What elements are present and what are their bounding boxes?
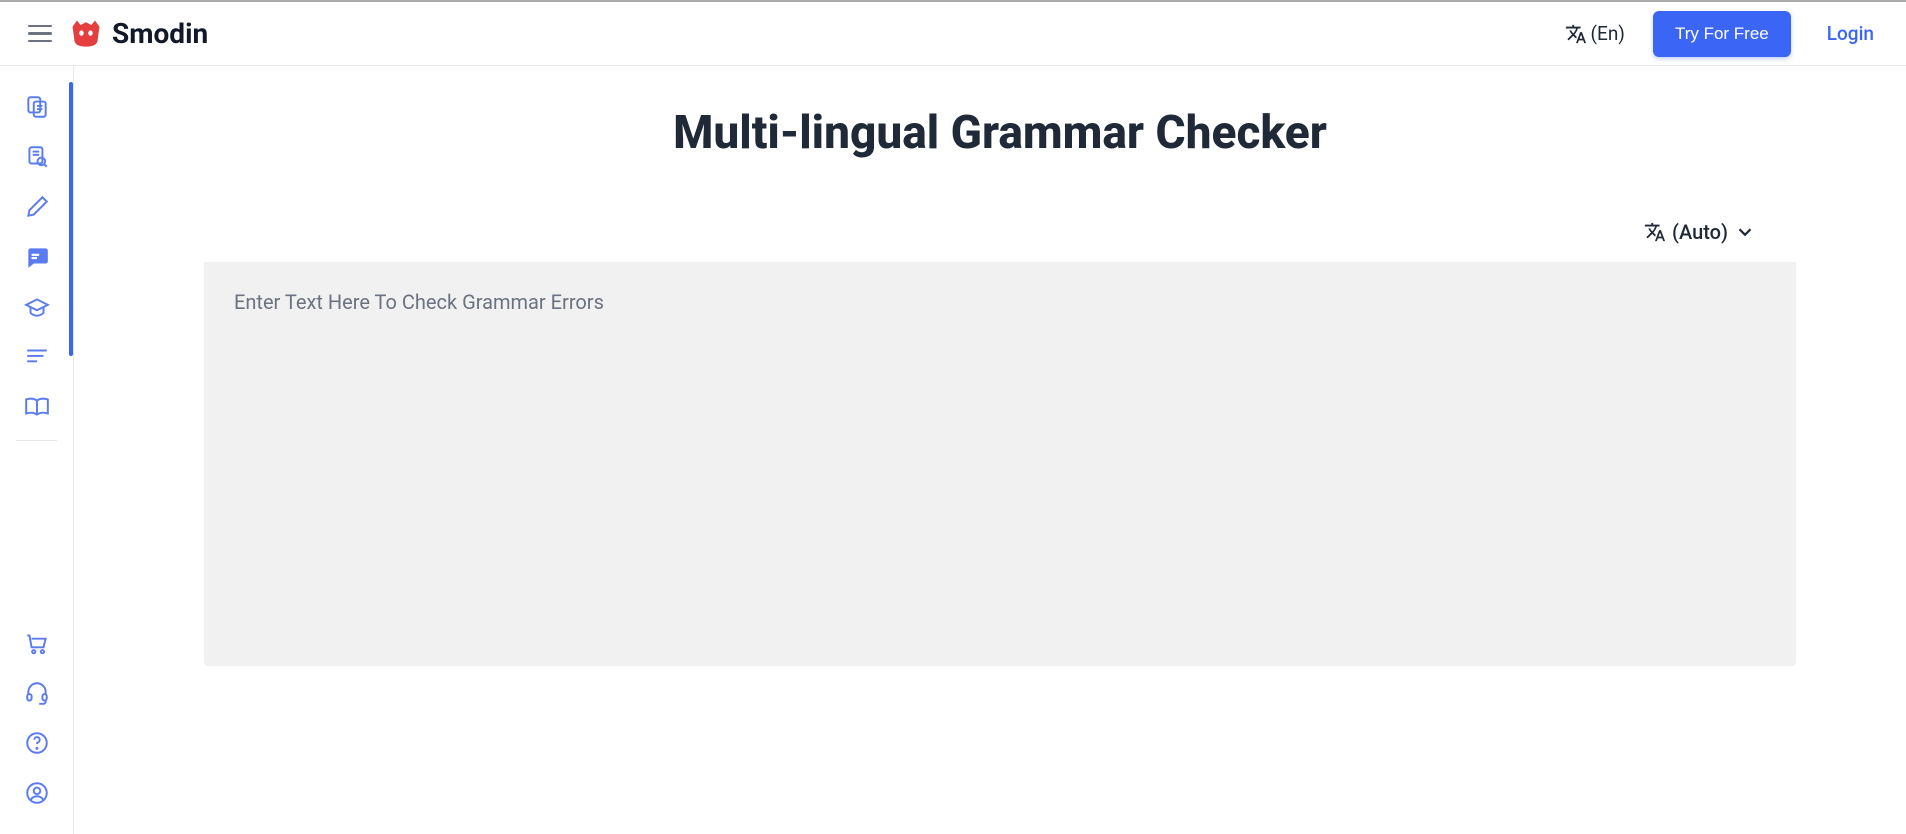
hamburger-line [28, 25, 52, 28]
sidebar-active-indicator [69, 82, 73, 356]
sidebar-item-writer[interactable] [0, 182, 73, 232]
brand-name-text: Smodin [112, 17, 208, 50]
sidebar-bottom-group [0, 618, 73, 834]
page-title: Multi-lingual Grammar Checker [204, 106, 1796, 160]
text-lines-icon [24, 344, 50, 370]
user-circle-icon [24, 780, 50, 806]
pencil-icon [24, 194, 50, 220]
sidebar-item-plagiarism[interactable] [0, 132, 73, 182]
brand-logo[interactable]: Smodin [68, 16, 208, 52]
sidebar-divider [16, 440, 57, 441]
hamburger-line [28, 32, 52, 35]
sidebar-item-chat[interactable] [0, 232, 73, 282]
sidebar-item-help[interactable] [0, 718, 73, 768]
sidebar-item-account[interactable] [0, 768, 73, 818]
hamburger-line [28, 40, 52, 43]
grammar-textarea[interactable] [204, 262, 1796, 662]
sidebar-item-support[interactable] [0, 668, 73, 718]
translate-icon [1565, 23, 1587, 45]
chevron-down-icon [1734, 221, 1756, 243]
sidebar-top-group [0, 82, 73, 449]
grammar-input-container [204, 262, 1796, 666]
sidebar-item-translator[interactable] [0, 382, 73, 432]
help-circle-icon [24, 730, 50, 756]
smodin-logo-icon [68, 16, 104, 52]
sidebar-item-homework[interactable] [0, 282, 73, 332]
sidebar-item-summarizer[interactable] [0, 332, 73, 382]
headset-icon [24, 680, 50, 706]
main-content: Multi-lingual Grammar Checker (Auto) [74, 66, 1906, 834]
language-label: (En) [1591, 22, 1625, 45]
menu-toggle-button[interactable] [24, 21, 56, 47]
graduation-cap-icon [24, 294, 50, 320]
sidebar [0, 66, 74, 834]
chat-icon [24, 244, 50, 270]
header-right: (En) Try For Free Login [1565, 11, 1882, 57]
cart-icon [24, 630, 50, 656]
auto-language-selector[interactable]: (Auto) [204, 220, 1796, 244]
header-left: Smodin [24, 16, 208, 52]
sidebar-item-rewriter[interactable] [0, 82, 73, 132]
site-header: Smodin (En) Try For Free Login [0, 2, 1906, 66]
try-free-button[interactable]: Try For Free [1653, 11, 1791, 57]
book-open-icon [24, 394, 50, 420]
sidebar-item-pricing[interactable] [0, 618, 73, 668]
documents-icon [24, 94, 50, 120]
document-search-icon [24, 144, 50, 170]
login-link[interactable]: Login [1819, 22, 1882, 45]
main-container: Multi-lingual Grammar Checker (Auto) [0, 66, 1906, 834]
language-selector[interactable]: (En) [1565, 22, 1625, 45]
translate-icon [1644, 221, 1666, 243]
sidebar-spacer [0, 449, 73, 618]
auto-language-label: (Auto) [1672, 220, 1728, 244]
